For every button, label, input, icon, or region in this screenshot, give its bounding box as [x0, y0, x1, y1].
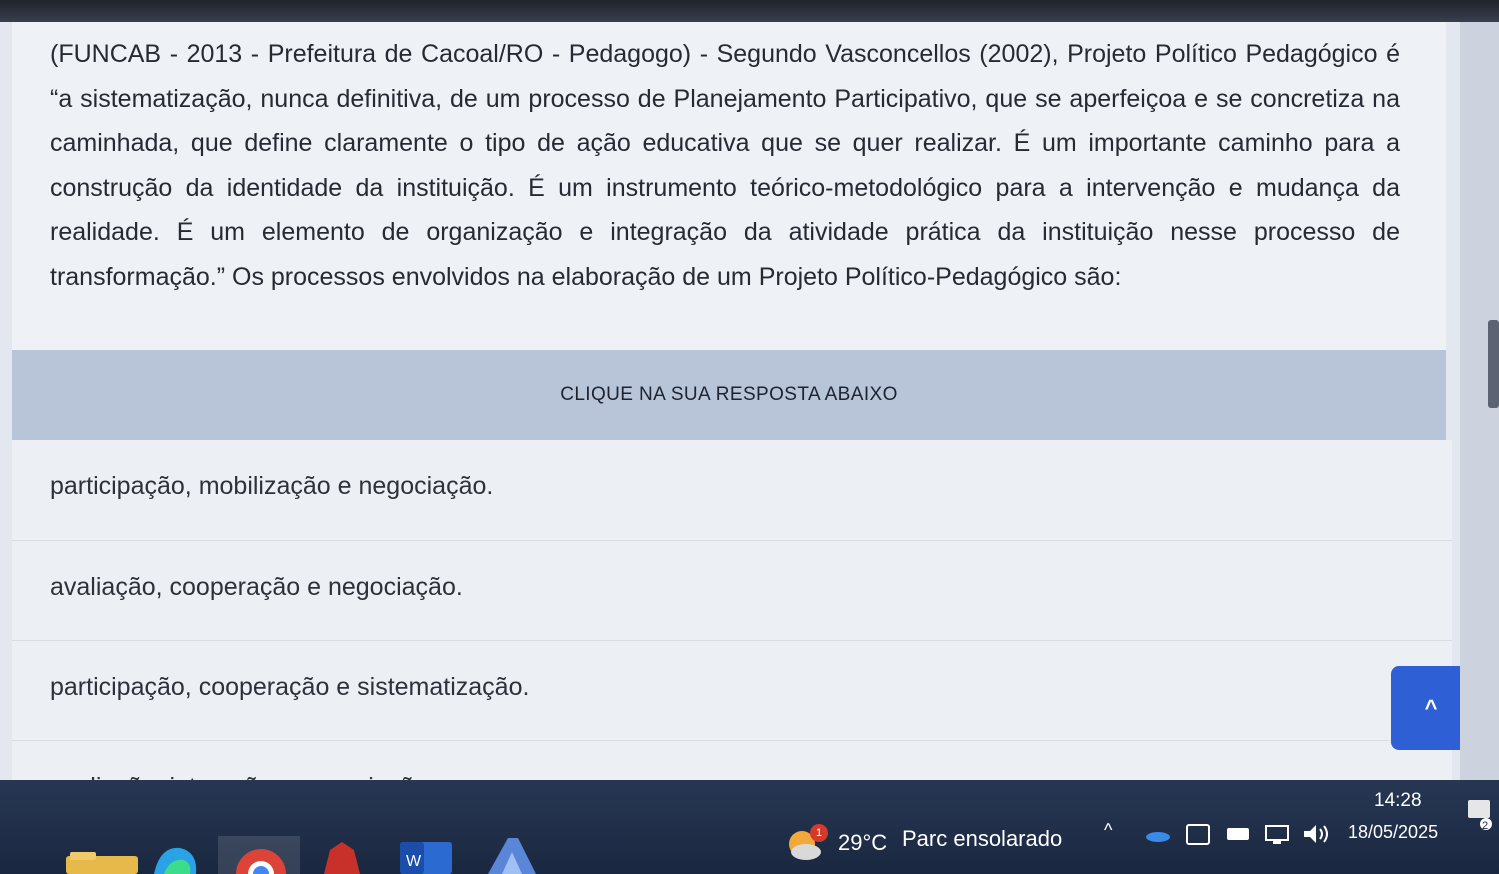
question-card: (FUNCAB - 2013 - Prefeitura de Cacoal/RO… [12, 22, 1446, 352]
answer-option-c[interactable]: participação, cooperação e sistematizaçã… [12, 640, 1452, 741]
app-icon-red[interactable] [322, 840, 362, 874]
quiz-page: (FUNCAB - 2013 - Prefeitura de Cacoal/RO… [0, 22, 1460, 840]
monitor-top-bezel [0, 0, 1499, 24]
chrome-browser-icon[interactable] [236, 846, 286, 874]
answer-option-a[interactable]: participação, mobilização e negociação. [12, 440, 1452, 540]
file-explorer-icon[interactable] [66, 850, 138, 874]
clock-date[interactable]: 18/05/2025 [1348, 822, 1438, 843]
notification-count-badge: 2 [1482, 820, 1489, 832]
answer-option-b[interactable]: avaliação, cooperação e negociação. [12, 540, 1452, 641]
windows-taskbar: W 1 29°C Parc ensolarado ^ 14:28 18/05/2… [0, 780, 1499, 874]
chevron-up-icon[interactable]: ^ [1104, 820, 1112, 841]
onedrive-cloud-icon[interactable] [1146, 830, 1170, 842]
answer-option-text: participação, cooperação e sistematizaçã… [50, 673, 530, 701]
browser-scrollbar-track[interactable] [1460, 22, 1499, 782]
keyboard-language-icon[interactable] [1186, 822, 1212, 846]
battery-icon[interactable] [1226, 824, 1252, 842]
answer-option-text: participação, mobilização e negociação. [50, 472, 494, 500]
answer-instruction-banner: CLIQUE NA SUA RESPOSTA ABAIXO [12, 350, 1446, 440]
weather-alert-badge: 1 [810, 824, 828, 842]
answer-instruction-label: CLIQUE NA SUA RESPOSTA ABAIXO [560, 384, 898, 405]
volume-speaker-icon[interactable] [1302, 822, 1332, 846]
scrollbar-thumb[interactable] [1488, 320, 1499, 408]
notification-center-icon[interactable] [1468, 800, 1492, 830]
scroll-to-top-button[interactable]: ^ [1391, 666, 1471, 750]
word-icon[interactable]: W [400, 842, 452, 874]
edge-browser-icon[interactable] [150, 844, 200, 874]
question-text: (FUNCAB - 2013 - Prefeitura de Cacoal/RO… [50, 40, 1400, 291]
clock-time[interactable]: 14:28 [1374, 790, 1422, 812]
app-icon-blue-a[interactable] [488, 838, 536, 874]
chevron-up-icon: ^ [1424, 695, 1438, 720]
svg-text:W: W [406, 853, 422, 870]
weather-description[interactable]: Parc ensolarado [902, 826, 1062, 852]
network-monitor-icon[interactable] [1264, 824, 1292, 846]
weather-temperature[interactable]: 29°C [838, 830, 887, 856]
answer-option-text: avaliação, cooperação e negociação. [50, 573, 463, 601]
